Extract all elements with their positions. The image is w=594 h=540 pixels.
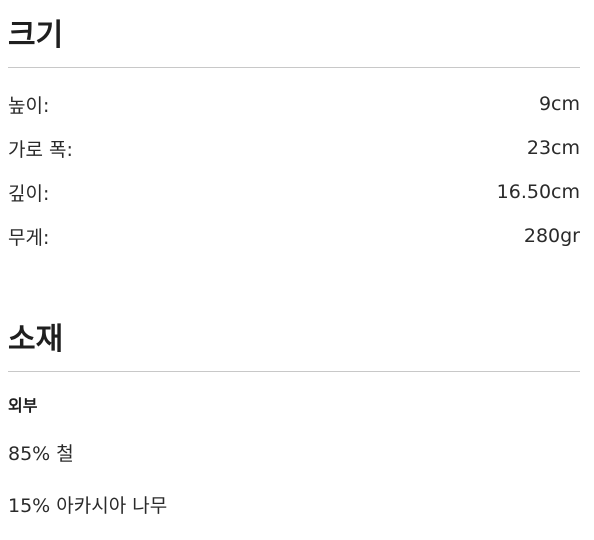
- spec-value-depth: 16.50cm: [496, 181, 580, 203]
- spec-row-depth: 깊이: 16.50cm: [8, 170, 580, 214]
- material-line-acacia: 15% 아카시아 나무: [8, 495, 168, 517]
- material-divider: [8, 371, 580, 372]
- size-divider: [8, 67, 580, 68]
- spec-row-width: 가로 폭: 23cm: [8, 126, 580, 170]
- material-line-iron: 85% 철: [8, 443, 74, 465]
- product-spec-page: 크기 높이: 9cm 가로 폭: 23cm 깊이: 16.50cm 무게: 28…: [0, 0, 594, 540]
- spec-label-width: 가로 폭:: [8, 138, 73, 161]
- spec-value-height: 9cm: [538, 93, 580, 115]
- spec-value-width: 23cm: [526, 137, 580, 159]
- size-spec-list: 높이: 9cm 가로 폭: 23cm 깊이: 16.50cm 무게: 280gr: [8, 82, 580, 258]
- spec-label-height: 높이:: [8, 94, 50, 117]
- material-section: 소재 외부 85% 철 15% 아카시아 나무: [8, 320, 580, 519]
- spec-label-weight: 무게:: [8, 226, 50, 249]
- size-section-title: 크기: [8, 18, 64, 53]
- material-exterior-heading: 외부: [8, 396, 38, 415]
- size-section: 크기 높이: 9cm 가로 폭: 23cm 깊이: 16.50cm 무게: 28…: [8, 16, 580, 258]
- spec-row-height: 높이: 9cm: [8, 82, 580, 126]
- material-section-title: 소재: [8, 322, 64, 357]
- spec-value-weight: 280gr: [523, 225, 580, 247]
- spec-label-depth: 깊이:: [8, 182, 50, 205]
- spec-row-weight: 무게: 280gr: [8, 214, 580, 258]
